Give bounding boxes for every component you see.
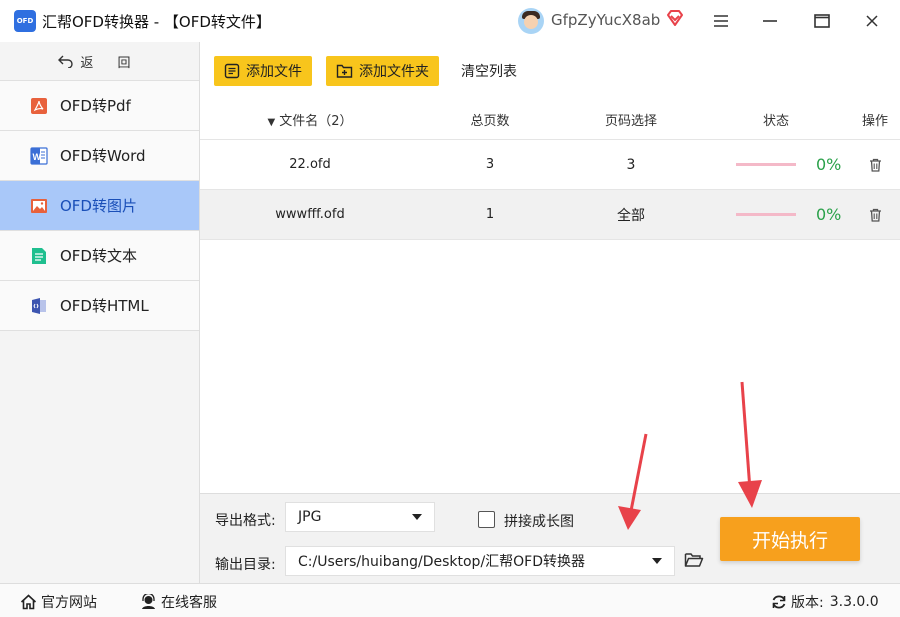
output-dir-value: C:/Users/huibang/Desktop/汇帮OFD转换器 [298, 554, 586, 570]
sidebar-item-ofd-to-pdf[interactable]: OFD转Pdf [0, 81, 199, 131]
file-name: 22.ofd [289, 157, 331, 172]
back-button[interactable]: 返 回 [0, 42, 199, 81]
file-name: wwwfff.ofd [275, 207, 345, 222]
html-icon [30, 297, 48, 315]
add-folder-button[interactable]: 添加文件夹 [326, 56, 439, 86]
toolbar: 添加文件 添加文件夹 清空列表 [200, 42, 900, 100]
output-dir-label: 输出目录: [215, 557, 276, 573]
sidebar-item-label: OFD转Word [60, 147, 146, 165]
table-row[interactable]: wwwfff.ofd 1 全部 0% [200, 190, 900, 240]
sidebar-item-ofd-to-word[interactable]: W OFD转Word [0, 131, 199, 181]
website-label: 官方网站 [41, 595, 97, 611]
sidebar-item-label: OFD转HTML [60, 297, 149, 315]
column-header-name[interactable]: ▼ 文件名（2） [200, 110, 420, 129]
minimize-button[interactable] [755, 6, 785, 36]
sort-down-icon: ▼ [267, 117, 276, 128]
merge-long-image-checkbox[interactable] [478, 511, 495, 528]
undo-arrow-icon [58, 55, 74, 68]
add-file-button[interactable]: 添加文件 [214, 56, 312, 86]
maximize-button[interactable] [807, 6, 837, 36]
vip-diamond-icon[interactable] [666, 9, 684, 27]
sidebar-item-ofd-to-html[interactable]: OFD转HTML [0, 281, 199, 331]
page-range[interactable]: 全部 [560, 205, 702, 225]
chevron-down-icon [652, 558, 662, 564]
text-icon [30, 247, 48, 265]
close-icon [866, 15, 878, 27]
progress-bar [736, 163, 796, 166]
table-row[interactable]: 22.ofd 3 3 0% [200, 140, 900, 190]
close-button[interactable] [857, 6, 887, 36]
sidebar-item-label: OFD转Pdf [60, 97, 131, 115]
support-label: 在线客服 [161, 595, 217, 611]
svg-text:W: W [33, 152, 42, 162]
chevron-down-icon [412, 514, 422, 520]
trash-icon [869, 158, 881, 172]
output-settings-panel: 导出格式: JPG 拼接成长图 输出目录: C:/Users/huibang/D… [200, 493, 900, 583]
status-bar: 官方网站 在线客服 版本: 3.3.0.0 [0, 583, 900, 617]
status-cell: 0% [702, 205, 850, 224]
maximize-icon [814, 14, 830, 28]
delete-button[interactable] [850, 208, 900, 222]
clear-list-button[interactable]: 清空列表 [461, 61, 517, 81]
output-dir-select[interactable]: C:/Users/huibang/Desktop/汇帮OFD转换器 [285, 546, 675, 576]
progress-percent: 0% [816, 205, 842, 224]
user-avatar[interactable] [518, 8, 544, 34]
format-label: 导出格式: [215, 513, 276, 529]
add-folder-label: 添加文件夹 [359, 64, 429, 80]
image-icon [30, 197, 48, 215]
column-header-pages: 总页数 [470, 114, 510, 129]
website-link[interactable]: 官方网站 [20, 592, 97, 612]
pdf-icon [30, 97, 48, 115]
add-folder-icon [336, 64, 353, 78]
add-file-label: 添加文件 [246, 64, 302, 80]
back-label: 返 回 [80, 55, 141, 71]
start-button[interactable]: 开始执行 [720, 517, 860, 561]
sidebar-item-label: OFD转图片 [60, 197, 137, 215]
sidebar-item-ofd-to-image[interactable]: OFD转图片 [0, 181, 199, 231]
word-icon: W [30, 146, 48, 165]
page-count: 1 [485, 207, 495, 222]
window-title: 汇帮OFD转换器 - 【OFD转文件】 [42, 13, 271, 31]
version-number: 3.3.0.0 [829, 594, 879, 610]
status-cell: 0% [702, 155, 850, 174]
trash-icon [869, 208, 881, 222]
column-name-label: 文件名（2） [279, 114, 353, 129]
column-header-range: 页码选择 [604, 114, 657, 129]
column-header-status: 状态 [762, 114, 789, 129]
column-header-op: 操作 [861, 114, 888, 129]
username[interactable]: GfpZyYucX8ab [551, 11, 660, 29]
version-label: 版本: [791, 595, 824, 611]
sidebar-item-ofd-to-text[interactable]: OFD转文本 [0, 231, 199, 281]
progress-percent: 0% [816, 155, 842, 174]
minimize-icon [763, 20, 777, 22]
delete-button[interactable] [850, 158, 900, 172]
version-info[interactable]: 版本: 3.3.0.0 [771, 592, 879, 612]
sidebar: 返 回 OFD转Pdf W OFD转Word OFD转图片 OFD转文本 OFD… [0, 42, 200, 583]
main-panel: 添加文件 添加文件夹 清空列表 ▼ 文件名（2） 总页数 页码选择 状态 操作 … [200, 42, 900, 493]
menu-button[interactable] [706, 6, 736, 36]
merge-long-image-label[interactable]: 拼接成长图 [504, 511, 574, 531]
format-value: JPG [298, 509, 322, 525]
hamburger-icon [714, 15, 728, 27]
page-count: 3 [485, 157, 495, 172]
progress-bar [736, 213, 796, 216]
support-link[interactable]: 在线客服 [140, 592, 217, 612]
home-icon [20, 594, 37, 610]
refresh-icon [772, 595, 786, 609]
table-header: ▼ 文件名（2） 总页数 页码选择 状态 操作 [200, 100, 900, 140]
app-logo-icon: OFD [14, 10, 36, 32]
page-range[interactable]: 3 [560, 157, 702, 173]
format-select[interactable]: JPG [285, 502, 435, 532]
add-file-icon [224, 63, 240, 79]
title-bar: OFD 汇帮OFD转换器 - 【OFD转文件】 GfpZyYucX8ab [0, 0, 900, 42]
customer-service-icon [142, 594, 155, 609]
open-folder-icon[interactable] [684, 552, 704, 568]
sidebar-item-label: OFD转文本 [60, 247, 137, 265]
